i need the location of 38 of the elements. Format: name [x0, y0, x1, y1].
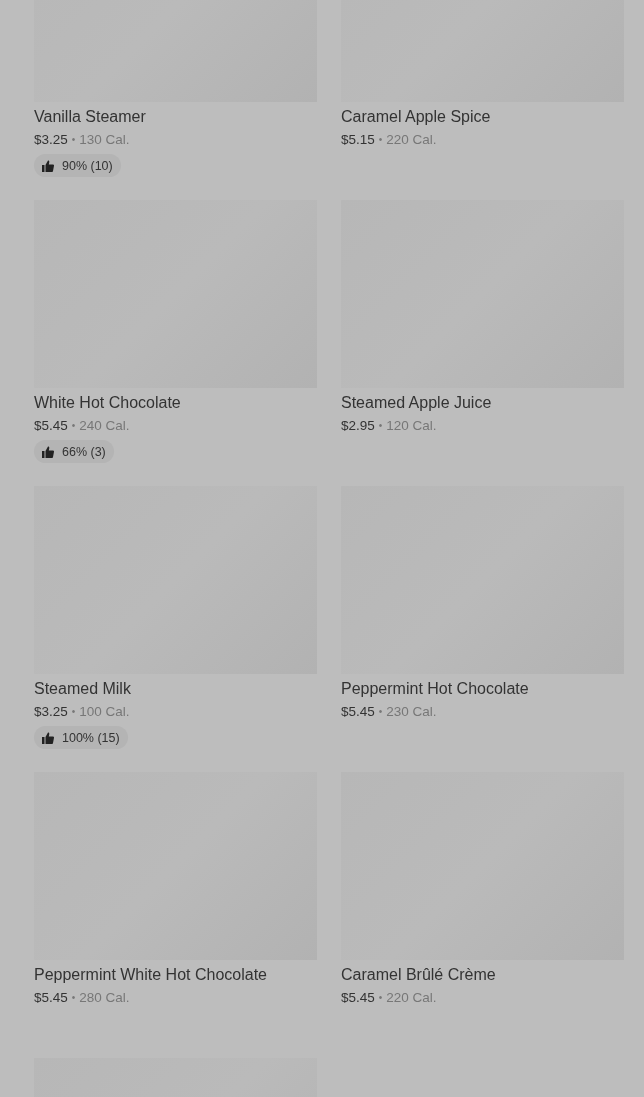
separator: • — [71, 419, 76, 433]
separator: • — [71, 991, 76, 1005]
item-title: White Hot Chocolate — [34, 393, 181, 413]
item-title: Vanilla Steamer — [34, 107, 146, 127]
item-title: Caramel Brûlé Crème — [341, 965, 496, 985]
item-price: $3.25 — [34, 703, 68, 721]
thumbs-up-icon — [42, 445, 54, 458]
item-price: $5.45 — [341, 989, 375, 1007]
separator: • — [378, 419, 383, 433]
item-price: $5.45 — [34, 417, 68, 435]
item-title: Steamed Apple Juice — [341, 393, 492, 413]
rating-badge: 66% (3) — [34, 440, 114, 463]
item-title: Peppermint Hot Chocolate — [341, 679, 529, 699]
item-price: $3.25 — [34, 131, 68, 149]
item-calories: 100 Cal. — [79, 703, 130, 721]
item-title: Peppermint White Hot Chocolate — [34, 965, 267, 985]
item-calories: 130 Cal. — [79, 131, 130, 149]
item-price: $5.45 — [34, 989, 68, 1007]
item-price: $2.95 — [341, 417, 375, 435]
item-price: $5.45 — [341, 703, 375, 721]
separator: • — [378, 991, 383, 1005]
item-calories: 220 Cal. — [386, 131, 437, 149]
rating-badge: 90% (10) — [34, 154, 121, 177]
item-calories: 120 Cal. — [386, 417, 437, 435]
item-title: Caramel Apple Spice — [341, 107, 491, 127]
item-calories: 240 Cal. — [79, 417, 130, 435]
item-calories: 220 Cal. — [386, 989, 437, 1007]
thumbs-up-icon — [42, 159, 54, 172]
rating-badge: 100% (15) — [34, 726, 128, 749]
item-calories: 280 Cal. — [79, 989, 130, 1007]
item-title: Steamed Milk — [34, 679, 131, 699]
item-calories: 230 Cal. — [386, 703, 437, 721]
separator: • — [378, 133, 383, 147]
separator: • — [71, 133, 76, 147]
separator: • — [378, 705, 383, 719]
thumbs-up-icon — [42, 731, 54, 744]
item-price: $5.15 — [341, 131, 375, 149]
separator: • — [71, 705, 76, 719]
